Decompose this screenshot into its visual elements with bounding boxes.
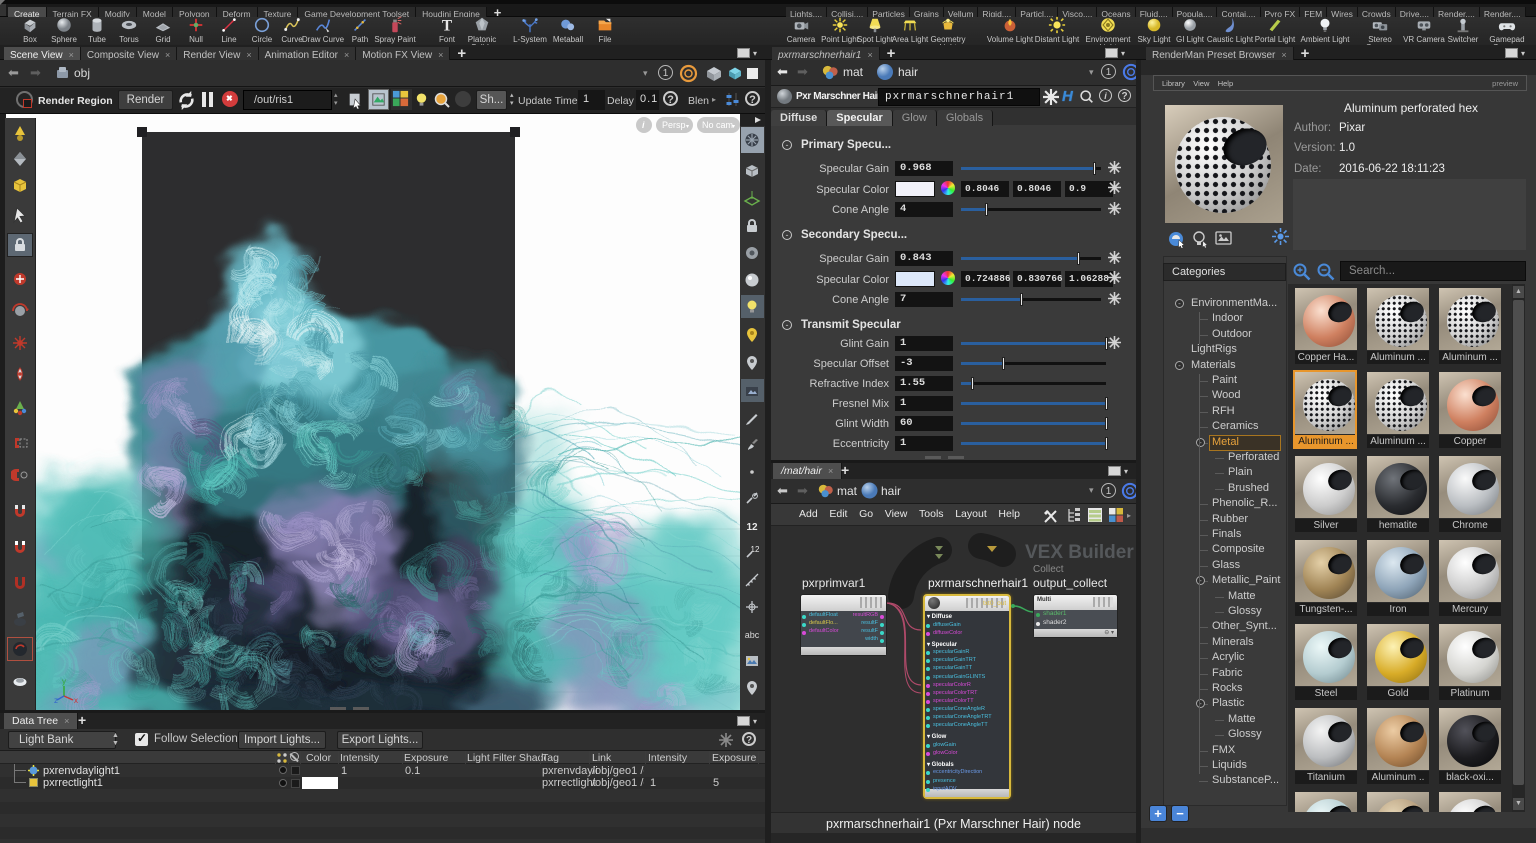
svg-text:12: 12 — [751, 545, 760, 554]
svg-text:z: z — [54, 696, 58, 705]
svg-text:x: x — [74, 696, 78, 705]
svg-text:abc: abc — [745, 630, 760, 640]
svg-text:12: 12 — [746, 522, 758, 533]
svg-text:▾: ▾ — [686, 124, 689, 130]
svg-text:T: T — [442, 17, 452, 34]
svg-text:y: y — [62, 677, 66, 686]
svg-text:▾: ▾ — [732, 124, 735, 130]
svg-text:No cam: No cam — [702, 120, 733, 130]
svg-text:Persp: Persp — [662, 120, 686, 130]
